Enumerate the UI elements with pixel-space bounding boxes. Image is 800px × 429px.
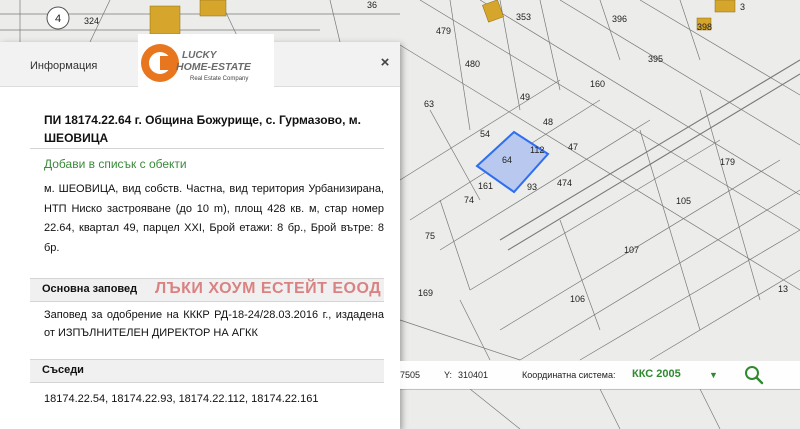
y-coordinate-label: Y: <box>444 370 453 380</box>
plot-label: 112 <box>530 145 544 155</box>
plot-label: 36 <box>367 0 377 10</box>
plot-label: 13 <box>778 284 788 294</box>
neighbors-list: 18174.22.54, 18174.22.93, 18174.22.112, … <box>44 393 319 405</box>
plot-label: 396 <box>612 14 627 24</box>
plot-label: 49 <box>520 92 530 102</box>
logo-tagline: Real Estate Company <box>190 76 248 82</box>
coordinate-system-label: Координатна система: <box>522 370 616 380</box>
plot-label: 105 <box>676 196 691 206</box>
x-coordinate-value: 7505 <box>400 370 421 380</box>
divider <box>30 148 384 149</box>
plot-label: 179 <box>720 157 735 167</box>
coordinate-bar: 7505 Y: 310401 Координатна система: ККС … <box>400 361 800 389</box>
plot-label: 47 <box>568 142 578 152</box>
parcel-title: ПИ 18174.22.64 г. Община Божурище, с. Гу… <box>44 113 361 145</box>
plot-label: 395 <box>648 54 663 64</box>
plot-label: 324 <box>84 16 99 26</box>
logo-brand-top: LUCKY <box>182 50 218 61</box>
coordinate-system-value[interactable]: ККС 2005 <box>632 368 681 380</box>
watermark-text: ЛЪКИ ХОУМ ЕСТЕЙТ ЕООД <box>155 280 382 297</box>
plot-label: 106 <box>570 294 585 304</box>
plot-label: 480 <box>465 59 480 69</box>
parcel-description: м. ШЕОВИЦА, вид собств. Частна, вид тери… <box>44 183 384 254</box>
add-to-list-link[interactable]: Добави в списък с обекти <box>44 157 187 171</box>
close-button[interactable]: × <box>376 54 394 72</box>
plot-label: 48 <box>543 117 553 127</box>
lucky-home-estate-logo: LUCKY HOME-ESTATE Real Estate Company <box>138 34 274 88</box>
plot-label: 93 <box>527 182 537 192</box>
chevron-down-icon[interactable]: ▼ <box>709 370 718 380</box>
plot-label: 161 <box>478 181 493 191</box>
plot-label: 398 <box>697 22 712 32</box>
plot-label: 64 <box>502 155 512 165</box>
order-heading: Основна заповед <box>42 283 138 295</box>
plot-label: 169 <box>418 288 433 298</box>
search-icon[interactable] <box>743 364 765 386</box>
order-text: Заповед за одобрение на КККР РД-18-24/28… <box>44 309 384 339</box>
plot-label: 63 <box>424 99 434 109</box>
logo-brand-main: HOME-ESTATE <box>176 61 252 73</box>
plot-label: 54 <box>480 129 490 139</box>
panel-title: Информация <box>30 60 98 72</box>
plot-label: 74 <box>464 195 474 205</box>
neighbors-heading: Съседи <box>42 364 84 376</box>
plot-label: 479 <box>436 26 451 36</box>
plot-label: 474 <box>557 178 572 188</box>
plot-label: 75 <box>425 231 435 241</box>
street-number: 4 <box>55 13 61 25</box>
plot-label: 353 <box>516 12 531 22</box>
plot-label: 160 <box>590 79 605 89</box>
plot-label: 107 <box>624 245 639 255</box>
y-coordinate-value: 310401 <box>458 370 489 380</box>
plot-label: 3 <box>740 2 745 12</box>
info-panel: Информация × ПИ 18174.22.64 г. Община Бо… <box>0 42 400 429</box>
neighbors-section-header: Съседи <box>30 359 384 383</box>
